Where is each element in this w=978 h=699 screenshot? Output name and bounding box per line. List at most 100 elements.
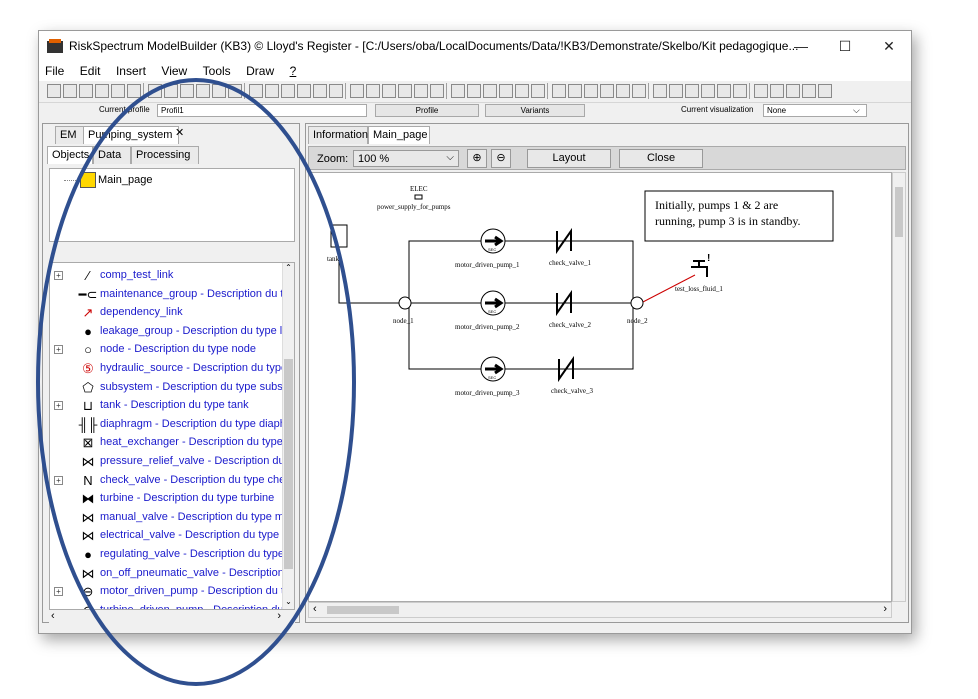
list-item[interactable]: ⑤ hydraulic_source - Description du type (50, 360, 285, 378)
canvas-horizontal-scrollbar[interactable]: ‹ › (308, 602, 892, 618)
tab-em[interactable]: EM (55, 126, 85, 144)
tab-main-page[interactable]: Main_page (368, 126, 430, 144)
toolbar-button-icon[interactable] (95, 84, 109, 98)
variants-button[interactable]: Variants (485, 104, 585, 117)
close-diagram-button[interactable]: Close (619, 149, 703, 168)
pump-1[interactable]: SEC (480, 228, 506, 254)
list-item[interactable]: ⋈ on_off_pneumatic_valve - Description c (50, 565, 286, 583)
diagram-canvas[interactable]: Initially, pumps 1 & 2 are running, pump… (308, 172, 892, 602)
expand-icon[interactable]: + (54, 345, 63, 355)
menu-tools[interactable]: Tools (197, 61, 236, 78)
toolbar-button-icon[interactable] (350, 84, 364, 98)
toolbar-button-icon[interactable] (430, 84, 444, 98)
profile-button[interactable]: Profile (375, 104, 479, 117)
pump-3[interactable]: SEC (480, 356, 506, 382)
toolbar-button-icon[interactable] (281, 84, 295, 98)
toolbar-button-icon[interactable] (313, 84, 327, 98)
list-horizontal-scrollbar[interactable]: ‹ › (49, 610, 295, 624)
layout-button[interactable]: Layout (527, 149, 611, 168)
list-item[interactable]: + Ncheck_valve - Description du type chec (50, 472, 285, 490)
menu-file[interactable]: File (39, 61, 69, 78)
node-2-icon[interactable] (630, 296, 644, 310)
toolbar-button-icon[interactable] (733, 84, 747, 98)
menu-view[interactable]: View (155, 61, 192, 78)
toolbar-button-icon[interactable] (164, 84, 178, 98)
scroll-left-icon[interactable]: ‹ (313, 603, 317, 615)
toolbar-button-icon[interactable] (79, 84, 93, 98)
toolbar-button-icon[interactable] (148, 84, 162, 98)
list-vertical-scrollbar[interactable]: ⌃ ⌄ (282, 263, 294, 609)
scroll-right-icon[interactable]: › (277, 610, 281, 622)
toolbar-button-icon[interactable] (786, 84, 800, 98)
canvas-hscroll-thumb[interactable] (327, 606, 399, 614)
toolbar-button-icon[interactable] (616, 84, 630, 98)
toolbar-button-icon[interactable] (127, 84, 141, 98)
toolbar-button-icon[interactable] (467, 84, 481, 98)
list-item[interactable]: + ⁄ comp_test_link (50, 267, 285, 285)
toolbar-button-icon[interactable] (398, 84, 412, 98)
toolbar-button-icon[interactable] (451, 84, 465, 98)
current-visualization-select[interactable]: None (763, 104, 867, 117)
list-item[interactable]: ⋈ pressure_relief_valve - Description du (50, 453, 285, 471)
list-item[interactable]: ● regulating_valve - Description du type … (50, 546, 285, 564)
close-tab-icon[interactable]: ✕ (175, 126, 184, 139)
list-item[interactable]: ━⊂ maintenance_group - Description du ty (50, 286, 285, 304)
expand-icon[interactable]: + (54, 587, 63, 597)
canvas-scroll-thumb[interactable] (895, 187, 903, 237)
expand-icon[interactable]: + (54, 401, 63, 411)
maximize-button[interactable]: ☐ (825, 35, 865, 57)
list-item[interactable]: ⧓ turbine - Description du type turbine (50, 490, 285, 508)
toolbar-button-icon[interactable] (701, 84, 715, 98)
test-loss-fluid-icon[interactable] (691, 260, 708, 277)
toolbar-button-icon[interactable] (754, 84, 768, 98)
node-1-icon[interactable] (398, 296, 412, 310)
canvas-vertical-scrollbar[interactable] (892, 172, 906, 602)
toolbar-button-icon[interactable] (515, 84, 529, 98)
list-item[interactable]: ⊠ heat_exchanger - Description du type h (50, 434, 285, 452)
toolbar-button-icon[interactable] (249, 84, 263, 98)
toolbar-button-icon[interactable] (366, 84, 380, 98)
toolbar-button-icon[interactable] (818, 84, 832, 98)
toolbar-button-icon[interactable] (653, 84, 667, 98)
close-button[interactable]: ✕ (869, 35, 909, 57)
zoom-select[interactable]: 100 % ⌵ (353, 150, 459, 167)
list-item[interactable]: ⋈ electrical_valve - Description du type … (50, 527, 286, 545)
list-item[interactable]: + ○ node - Description du type node (50, 341, 285, 359)
list-item[interactable]: ⊖turbine_driven_pump - Description du t (50, 602, 285, 609)
menu-insert[interactable]: Insert (110, 61, 151, 78)
tab-information[interactable]: Information (308, 126, 368, 144)
menu-draw[interactable]: Draw (240, 61, 279, 78)
tab-objects[interactable]: Objects (47, 146, 93, 164)
toolbar-button-icon[interactable] (717, 84, 731, 98)
toolbar-button-icon[interactable] (47, 84, 61, 98)
toolbar-button-icon[interactable] (228, 84, 242, 98)
toolbar-button-icon[interactable] (414, 84, 428, 98)
expand-icon[interactable]: + (54, 475, 63, 485)
tab-data[interactable]: Data (93, 146, 131, 164)
toolbar-button-icon[interactable] (212, 84, 226, 98)
list-item[interactable]: ● leakage_group - Description du type le (50, 323, 285, 341)
toolbar-button-icon[interactable] (297, 84, 311, 98)
toolbar-button-icon[interactable] (685, 84, 699, 98)
toolbar-button-icon[interactable] (568, 84, 582, 98)
toolbar-button-icon[interactable] (265, 84, 279, 98)
toolbar-button-icon[interactable] (584, 84, 598, 98)
power-supply-icon[interactable] (414, 194, 423, 200)
toolbar-button-icon[interactable] (632, 84, 646, 98)
toolbar-button-icon[interactable] (531, 84, 545, 98)
pump-2[interactable]: SEC (480, 290, 506, 316)
zoom-out-button[interactable]: ⊖ (491, 149, 511, 168)
toolbar-button-icon[interactable] (329, 84, 343, 98)
toolbar-button-icon[interactable] (382, 84, 396, 98)
tank-icon[interactable] (330, 224, 348, 248)
toolbar-button-icon[interactable] (499, 84, 513, 98)
toolbar-button-icon[interactable] (63, 84, 77, 98)
minimize-button[interactable]: — (781, 35, 821, 57)
list-scroll-thumb[interactable] (284, 359, 293, 569)
menu-edit[interactable]: Edit (74, 61, 106, 78)
scroll-left-icon[interactable]: ‹ (51, 610, 55, 622)
list-item[interactable]: ⬠ subsystem - Description du type subsy (50, 379, 285, 397)
toolbar-button-icon[interactable] (196, 84, 210, 98)
expand-icon[interactable]: + (54, 271, 63, 280)
scroll-right-icon[interactable]: › (883, 603, 887, 615)
